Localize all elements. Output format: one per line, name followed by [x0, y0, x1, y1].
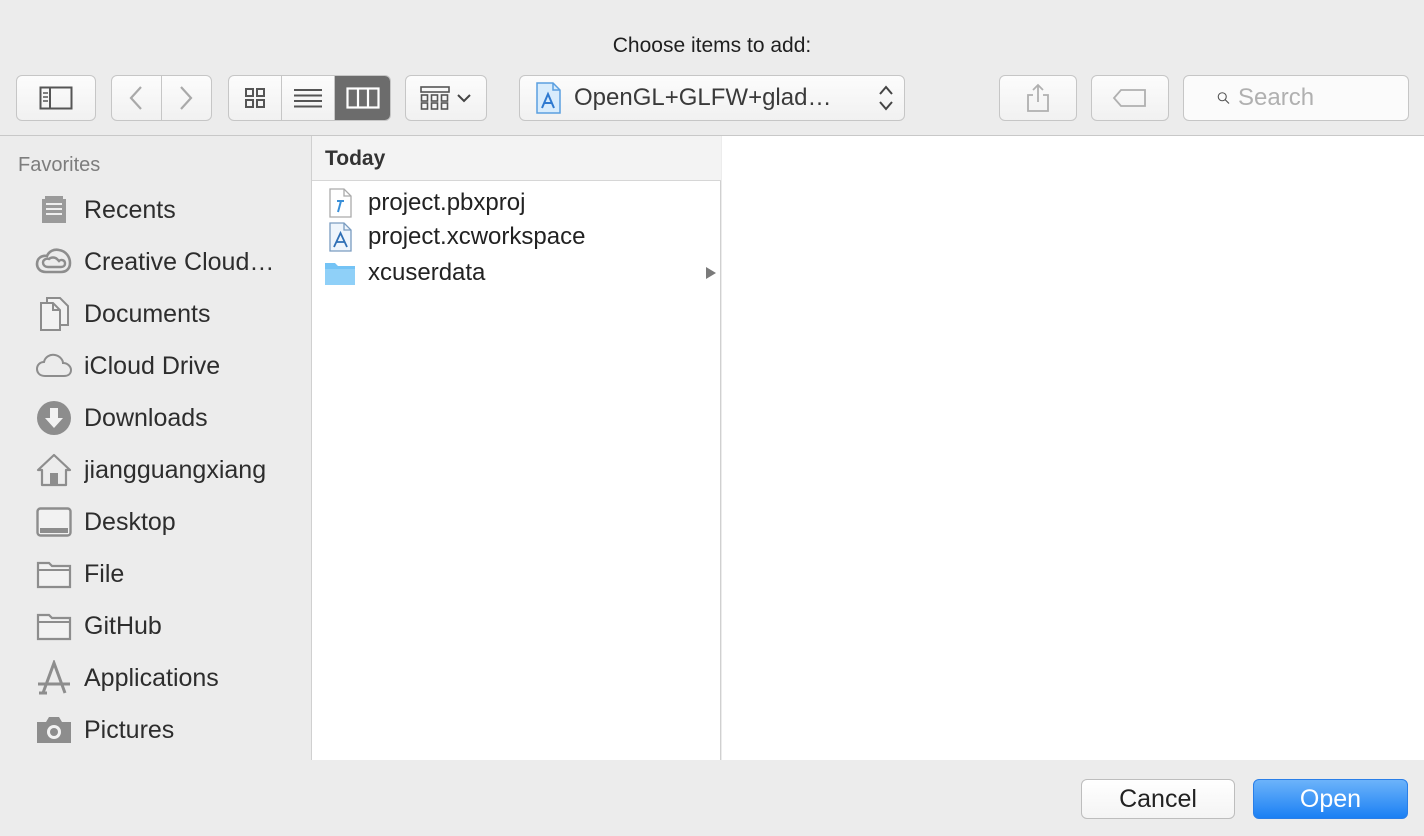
title-bar: Choose items to add:	[0, 0, 1424, 62]
sidebar-item-label: jiangguangxiang	[84, 455, 267, 484]
tag-button[interactable]	[1091, 75, 1169, 121]
recents-icon	[34, 190, 74, 230]
xcworkspace-file-icon	[324, 221, 356, 253]
sidebar-item-file[interactable]: File	[34, 552, 304, 596]
disclosure-arrow-icon	[706, 267, 716, 279]
file-row[interactable]: project.xcworkspace	[312, 220, 721, 254]
open-dialog: Choose items to add: OpenGL+GLFW+glad… S…	[0, 0, 1424, 836]
sidebar-item-label: iCloud Drive	[84, 351, 221, 380]
pbxproj-file-icon	[324, 187, 356, 219]
open-button[interactable]: Open	[1253, 779, 1408, 819]
share-icon	[1027, 83, 1049, 112]
sidebar-item-label: Applications	[84, 663, 219, 692]
list-view-button[interactable]	[282, 76, 336, 120]
sidebar-item-downloads[interactable]: Downloads	[34, 396, 304, 440]
chevron-down-icon	[457, 94, 471, 103]
xcode-project-icon	[536, 82, 561, 114]
sidebar-item-recents[interactable]: Recents	[34, 188, 304, 232]
sidebar-item-desktop[interactable]: Desktop	[34, 500, 304, 544]
cancel-button[interactable]: Cancel	[1081, 779, 1235, 819]
sidebar-item-home[interactable]: jiangguangxiang	[34, 448, 304, 492]
tag-icon	[1112, 89, 1146, 107]
back-forward-control	[111, 75, 212, 121]
sidebar-item-label: Creative Cloud…	[84, 247, 275, 276]
bottom-bar: Cancel Open	[0, 760, 1424, 836]
location-popup[interactable]: OpenGL+GLFW+glad…	[519, 75, 905, 121]
desktop-icon	[34, 502, 74, 542]
sidebar-item-label: Pictures	[84, 715, 175, 744]
icon-view-button[interactable]	[229, 76, 282, 120]
sidebar-toggle-button[interactable]	[16, 75, 96, 121]
browser-column: Today project.pbxproj project.xcworkspac…	[311, 136, 721, 760]
view-mode-control	[228, 75, 391, 121]
sidebar-item-applications[interactable]: Applications	[34, 656, 304, 700]
back-button[interactable]	[112, 76, 162, 120]
browser-column-empty	[722, 136, 1424, 760]
chevron-right-icon	[180, 86, 193, 110]
grid-icon	[244, 88, 265, 108]
file-name: project.xcworkspace	[368, 223, 586, 250]
location-label: OpenGL+GLFW+glad…	[574, 84, 832, 111]
arrange-icon	[420, 86, 450, 110]
chevron-left-icon	[129, 86, 143, 110]
list-icon	[294, 89, 322, 108]
sidebar-item-label: Downloads	[84, 403, 208, 432]
sidebar-icon	[39, 86, 73, 110]
arrange-button[interactable]	[405, 75, 487, 121]
sidebar-item-creative-cloud[interactable]: Creative Cloud…	[34, 240, 304, 284]
creative-cloud-icon	[34, 242, 74, 282]
sidebar-item-documents[interactable]: Documents	[34, 292, 304, 336]
search-input[interactable]	[1238, 84, 1408, 112]
sidebar-item-github[interactable]: GitHub	[34, 604, 304, 648]
sidebar-item-pictures[interactable]: Pictures	[34, 708, 304, 752]
camera-icon	[34, 710, 74, 750]
sidebar-item-label: Documents	[84, 299, 211, 328]
sidebar-item-label: GitHub	[84, 611, 162, 640]
sidebar-item-label: Desktop	[84, 507, 176, 536]
column-header: Today	[312, 136, 721, 181]
search-field[interactable]	[1183, 75, 1409, 121]
sidebar-item-icloud-drive[interactable]: iCloud Drive	[34, 344, 304, 388]
home-icon	[34, 450, 74, 490]
sidebar: Favorites Recents Creative Cloud… Docume…	[0, 136, 311, 760]
updown-chevron-icon	[879, 85, 893, 111]
documents-icon	[34, 294, 74, 334]
toolbar: OpenGL+GLFW+glad…	[0, 62, 1424, 136]
applications-icon	[34, 658, 74, 698]
favorites-section-title: Favorites	[18, 154, 101, 176]
folder-icon	[34, 554, 74, 594]
forward-button[interactable]	[162, 76, 212, 120]
columns-icon	[346, 87, 380, 109]
folder-icon	[324, 257, 356, 289]
downloads-icon	[34, 398, 74, 438]
sidebar-item-label: Recents	[84, 195, 176, 224]
file-row[interactable]: project.pbxproj	[312, 186, 721, 220]
folder-row[interactable]: xcuserdata	[312, 256, 721, 290]
column-header-label: Today	[325, 147, 386, 170]
icloud-icon	[34, 346, 74, 386]
file-name: project.pbxproj	[368, 189, 526, 216]
search-icon	[1217, 92, 1230, 104]
sidebar-item-label: File	[84, 559, 125, 588]
column-view-button[interactable]	[335, 76, 390, 120]
share-button[interactable]	[999, 75, 1077, 121]
folder-icon	[34, 606, 74, 646]
dialog-title: Choose items to add:	[612, 34, 812, 57]
folder-name: xcuserdata	[368, 259, 486, 286]
